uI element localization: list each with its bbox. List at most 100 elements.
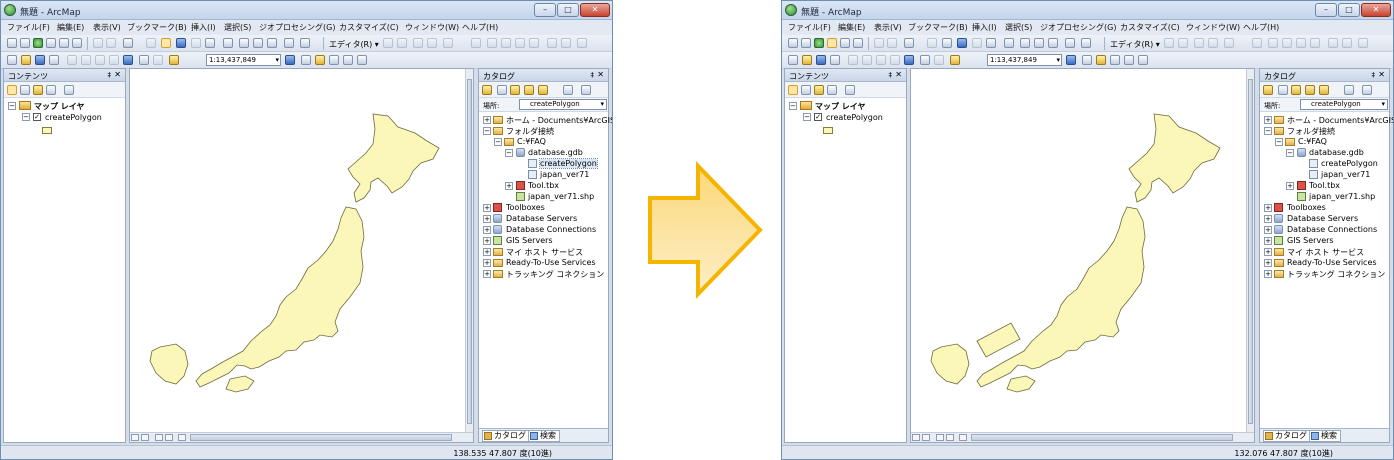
menu-insert[interactable]: 挿入(I) bbox=[972, 22, 997, 33]
select-features-icon[interactable] bbox=[904, 38, 914, 48]
collapse-icon[interactable]: − bbox=[1286, 149, 1294, 157]
connect-folder-icon[interactable] bbox=[538, 85, 548, 95]
delete-icon[interactable] bbox=[890, 55, 900, 65]
table-icon[interactable] bbox=[1328, 38, 1338, 48]
arctoolbox-icon[interactable] bbox=[1124, 55, 1134, 65]
list-by-source-icon[interactable] bbox=[801, 85, 811, 95]
expand-icon[interactable]: + bbox=[483, 204, 491, 212]
time-slider-icon[interactable] bbox=[284, 38, 294, 48]
tab-search[interactable]: 検索 bbox=[1309, 430, 1341, 442]
catalog-item-tracking-connections[interactable]: トラッキング コネクション bbox=[1287, 269, 1385, 280]
expand-icon[interactable]: + bbox=[1264, 248, 1272, 256]
hyperlink-icon[interactable] bbox=[191, 38, 201, 48]
html-popup-icon[interactable] bbox=[986, 38, 996, 48]
tab-search[interactable]: 検索 bbox=[528, 430, 560, 442]
catalog-item-toolboxes[interactable]: Toolboxes bbox=[1287, 203, 1326, 212]
xy-icon[interactable] bbox=[1048, 38, 1058, 48]
scroll-thumb[interactable] bbox=[971, 434, 1233, 441]
catalog-item-home[interactable]: ホーム - Documents¥ArcGIS bbox=[506, 115, 612, 126]
layer-visibility-checkbox[interactable]: ✓ bbox=[814, 113, 822, 121]
expand-icon[interactable]: + bbox=[1264, 226, 1272, 234]
grid-icon[interactable] bbox=[1342, 38, 1352, 48]
new-icon[interactable] bbox=[788, 55, 798, 65]
topology-icon[interactable] bbox=[443, 38, 453, 48]
refresh-icon[interactable] bbox=[123, 55, 133, 65]
refresh-view-button[interactable] bbox=[936, 434, 944, 441]
python-window-icon[interactable] bbox=[1138, 55, 1148, 65]
collapse-icon[interactable]: − bbox=[483, 127, 491, 135]
grid-icon[interactable] bbox=[561, 38, 571, 48]
python-window-icon[interactable] bbox=[357, 55, 367, 65]
home-icon[interactable] bbox=[1305, 85, 1315, 95]
html-popup-icon[interactable] bbox=[205, 38, 215, 48]
catalog-item-folder-connections[interactable]: フォルダ接続 bbox=[1287, 126, 1335, 137]
expand-icon[interactable]: + bbox=[483, 226, 491, 234]
expand-icon[interactable]: + bbox=[1264, 116, 1272, 124]
expand-icon[interactable]: + bbox=[483, 248, 491, 256]
expand-icon[interactable]: + bbox=[505, 182, 513, 190]
layout-view-button[interactable] bbox=[131, 434, 139, 441]
create-features-icon[interactable] bbox=[1208, 38, 1218, 48]
cut-icon[interactable] bbox=[67, 55, 77, 65]
catalog-item-japan-shp[interactable]: japan_ver71.shp bbox=[1309, 192, 1375, 201]
create-features-window-icon[interactable] bbox=[529, 38, 539, 48]
close-icon[interactable]: ✕ bbox=[1378, 70, 1385, 79]
catalog-item-gis-servers[interactable]: GIS Servers bbox=[1287, 236, 1334, 245]
collapse-icon[interactable]: − bbox=[1275, 138, 1283, 146]
toggle-contents-icon[interactable] bbox=[581, 85, 591, 95]
vertical-scrollbar[interactable] bbox=[1246, 69, 1254, 432]
horizontal-scrollbar[interactable] bbox=[911, 432, 1254, 442]
menu-file[interactable]: ファイル(F) bbox=[7, 22, 50, 33]
pan-icon[interactable] bbox=[46, 38, 56, 48]
forward-icon[interactable] bbox=[106, 38, 116, 48]
map-scale-combo[interactable]: 1:13,437,849 ▾ bbox=[987, 54, 1062, 66]
catalog-item-ready-to-use[interactable]: Ready-To-Use Services bbox=[506, 258, 596, 267]
polygon-symbol-swatch[interactable] bbox=[42, 127, 52, 134]
vertical-scrollbar[interactable] bbox=[465, 69, 473, 432]
collapse-icon[interactable]: − bbox=[505, 149, 513, 157]
find-icon[interactable] bbox=[239, 38, 249, 48]
pan-icon[interactable] bbox=[827, 38, 837, 48]
menu-customize[interactable]: カスタマイズ(C) bbox=[1120, 22, 1180, 33]
pin-icon[interactable]: ‡ bbox=[889, 71, 893, 79]
catalog-item-gis-servers[interactable]: GIS Servers bbox=[506, 236, 553, 245]
table-of-contents-icon[interactable] bbox=[301, 55, 311, 65]
forward-icon[interactable] bbox=[887, 38, 897, 48]
straight-segment-icon[interactable] bbox=[1194, 38, 1204, 48]
minimize-button[interactable]: – bbox=[1315, 3, 1337, 17]
xy-icon[interactable] bbox=[267, 38, 277, 48]
zoom-out-icon[interactable] bbox=[801, 38, 811, 48]
sketch-properties-icon[interactable] bbox=[515, 38, 525, 48]
layer-name[interactable]: createPolygon bbox=[826, 113, 883, 122]
expand-icon[interactable]: + bbox=[1264, 259, 1272, 267]
list-by-drawing-order-icon[interactable] bbox=[788, 85, 798, 95]
menu-help[interactable]: ヘルプ(H) bbox=[1243, 22, 1279, 33]
menu-selection[interactable]: 選択(S) bbox=[224, 22, 251, 33]
close-icon[interactable]: ✕ bbox=[895, 70, 902, 79]
expand-icon[interactable]: + bbox=[483, 237, 491, 245]
map-display[interactable] bbox=[910, 68, 1255, 443]
identify-icon[interactable] bbox=[957, 38, 967, 48]
collapse-icon[interactable]: − bbox=[8, 102, 16, 110]
layer-visibility-checkbox[interactable]: ✓ bbox=[33, 113, 41, 121]
menu-view[interactable]: 表示(V) bbox=[874, 22, 902, 33]
list-by-source-icon[interactable] bbox=[20, 85, 30, 95]
clear-selection-icon[interactable] bbox=[927, 38, 937, 48]
fixed-zoom-icon[interactable] bbox=[72, 38, 82, 48]
catalog-item-my-hosted-services[interactable]: マイ ホスト サービス bbox=[506, 247, 583, 258]
data-view-button[interactable] bbox=[141, 434, 149, 441]
zoom-out-icon[interactable] bbox=[20, 38, 30, 48]
forward-icon[interactable] bbox=[497, 85, 507, 95]
globe-icon[interactable] bbox=[814, 38, 824, 48]
expand-icon[interactable]: + bbox=[483, 270, 491, 278]
edit-annotation-icon[interactable] bbox=[397, 38, 407, 48]
pause-drawing-button[interactable] bbox=[946, 434, 954, 441]
catalog-item-createpolygon[interactable]: createPolygon bbox=[539, 158, 598, 169]
up-one-level-icon[interactable] bbox=[510, 85, 520, 95]
redo-icon[interactable] bbox=[153, 55, 163, 65]
maximize-button[interactable]: □ bbox=[1338, 3, 1360, 17]
scroll-thumb[interactable] bbox=[1248, 79, 1253, 424]
print-icon[interactable] bbox=[830, 55, 840, 65]
list-by-selection-icon[interactable] bbox=[46, 85, 56, 95]
catalog-item-database-gdb[interactable]: database.gdb bbox=[1309, 148, 1364, 157]
